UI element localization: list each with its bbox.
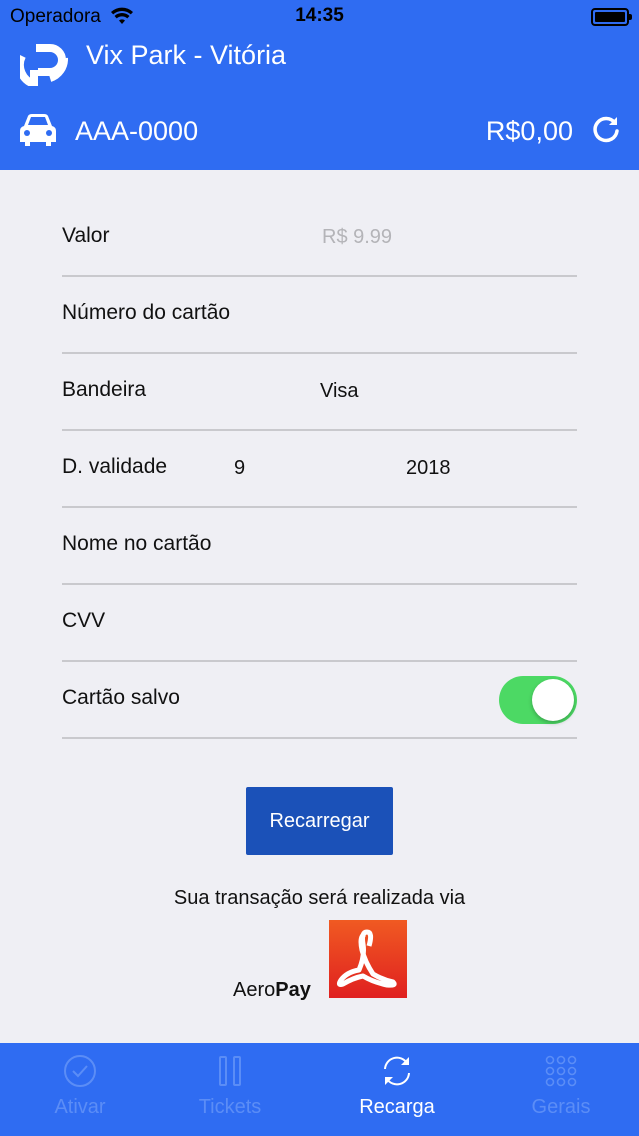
clock: 14:35 <box>295 5 344 26</box>
bandeira-label: Bandeira <box>62 378 147 401</box>
toggle-knob <box>532 679 574 721</box>
bandeira-row[interactable]: Bandeira Visa <box>62 354 577 431</box>
app-title: Vix Park - Vitória <box>86 40 287 70</box>
car-icon[interactable] <box>18 112 58 148</box>
tab-gerais[interactable]: Gerais <box>481 1043 639 1136</box>
cvv-label: CVV <box>62 609 106 632</box>
refresh-icon[interactable] <box>591 114 621 144</box>
tab-tickets[interactable]: Tickets <box>150 1043 310 1136</box>
cvv-row[interactable]: CVV <box>62 585 577 662</box>
valor-row[interactable]: Valor R$ 9.99 <box>62 200 577 277</box>
check-circle-icon <box>62 1053 98 1089</box>
aeropay-logo-icon <box>329 920 407 998</box>
app-header: Vix Park - Vitória AAA-0000 R$0,00 <box>0 34 639 170</box>
saved-card-toggle[interactable] <box>499 676 577 724</box>
tab-label: Gerais <box>531 1096 591 1118</box>
vehicle-plate[interactable]: AAA-0000 <box>75 116 198 147</box>
tab-label: Recarga <box>359 1096 435 1118</box>
balance-amount: R$0,00 <box>485 116 573 146</box>
refresh-icon <box>379 1053 415 1089</box>
status-bar: Operadora 14:35 <box>0 0 639 34</box>
payment-form: Valor R$ 9.99 Número do cartão Bandeira … <box>62 200 577 739</box>
numero-label: Número do cartão <box>62 301 231 324</box>
validade-year-select[interactable]: 2018 <box>406 457 451 480</box>
tab-bar: Ativar Tickets Recarga Gerais <box>0 1043 639 1136</box>
salvo-label: Cartão salvo <box>62 686 180 709</box>
tab-label: Tickets <box>198 1096 262 1118</box>
grid-dots-icon <box>543 1053 579 1089</box>
aeropay-prefix: Aero <box>233 979 276 1001</box>
aeropay-suffix: Pay <box>275 979 311 1001</box>
pause-bars-icon <box>212 1053 248 1089</box>
nome-label: Nome no cartão <box>62 532 212 555</box>
valor-input[interactable]: R$ 9.99 <box>322 226 392 249</box>
transaction-via-text: Sua transação será realizada via <box>173 887 466 909</box>
aeropay-wordmark: AeroPay <box>233 979 311 1002</box>
tab-label: Ativar <box>54 1096 106 1118</box>
bandeira-select[interactable]: Visa <box>320 380 359 403</box>
numero-row[interactable]: Número do cartão <box>62 277 577 354</box>
validade-row[interactable]: D. validade 9 2018 <box>62 431 577 508</box>
app-logo-icon <box>15 44 68 90</box>
salvo-row: Cartão salvo <box>62 662 577 739</box>
validade-month-select[interactable]: 9 <box>234 457 245 480</box>
validade-label: D. validade <box>62 455 168 478</box>
recarregar-button[interactable]: Recarregar <box>246 787 393 855</box>
tab-ativar[interactable]: Ativar <box>0 1043 160 1136</box>
nome-row[interactable]: Nome no cartão <box>62 508 577 585</box>
tab-recarga[interactable]: Recarga <box>317 1043 477 1136</box>
valor-label: Valor <box>62 224 110 247</box>
battery-icon <box>591 8 632 26</box>
